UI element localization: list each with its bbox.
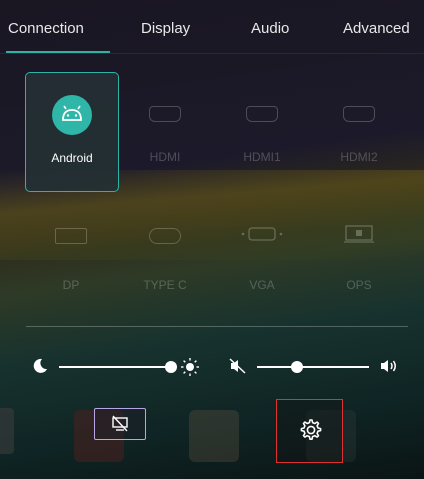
settings-gear-icon [300,419,322,440]
source-type-c[interactable]: TYPE C [119,200,211,318]
tab-display[interactable]: Display [141,20,190,37]
source-label: TYPE C [143,278,187,292]
hdmi-port-icon [343,106,375,122]
moon-icon [32,358,48,379]
displayport-icon [55,228,87,244]
hdmi-port-icon [149,106,181,122]
usb-c-icon [149,228,181,244]
source-label: OPS [346,278,372,292]
source-hdmi[interactable]: HDMI [119,72,211,190]
source-android[interactable]: Android [25,72,119,192]
source-ops[interactable]: OPS [313,200,405,318]
tab-audio[interactable]: Audio [251,20,289,37]
source-label: HDMI2 [340,150,378,164]
volume-slider[interactable] [257,366,369,368]
tab-bar: Connection Display Audio Advanced [0,0,424,56]
tab-connection[interactable]: Connection [8,20,84,37]
source-dp[interactable]: DP [25,200,117,318]
android-icon [52,95,92,135]
sun-icon [180,357,200,382]
source-label: HDMI1 [243,150,281,164]
source-label: HDMI [149,150,181,164]
mute-icon [229,358,247,379]
settings-button[interactable] [276,399,343,463]
ops-module-icon [343,224,375,249]
brightness-slider[interactable] [59,366,171,368]
tab-advanced[interactable]: Advanced [343,20,410,37]
vga-port-icon [240,226,284,247]
speaker-icon [380,358,398,379]
source-vga[interactable]: VGA [216,200,308,318]
screen-off-button[interactable] [94,408,146,440]
source-label: DP [62,278,80,292]
source-label: Android [51,151,93,165]
app-tile-faded [189,410,239,462]
hdmi-port-icon [246,106,278,122]
volume-thumb[interactable] [291,361,303,373]
section-divider [26,326,408,327]
source-hdmi2[interactable]: HDMI2 [313,72,405,190]
tab-divider [0,53,424,54]
source-hdmi1[interactable]: HDMI1 [216,72,308,190]
app-tile-partial [0,408,14,454]
screen-off-icon [112,415,128,432]
source-label: VGA [249,278,275,292]
